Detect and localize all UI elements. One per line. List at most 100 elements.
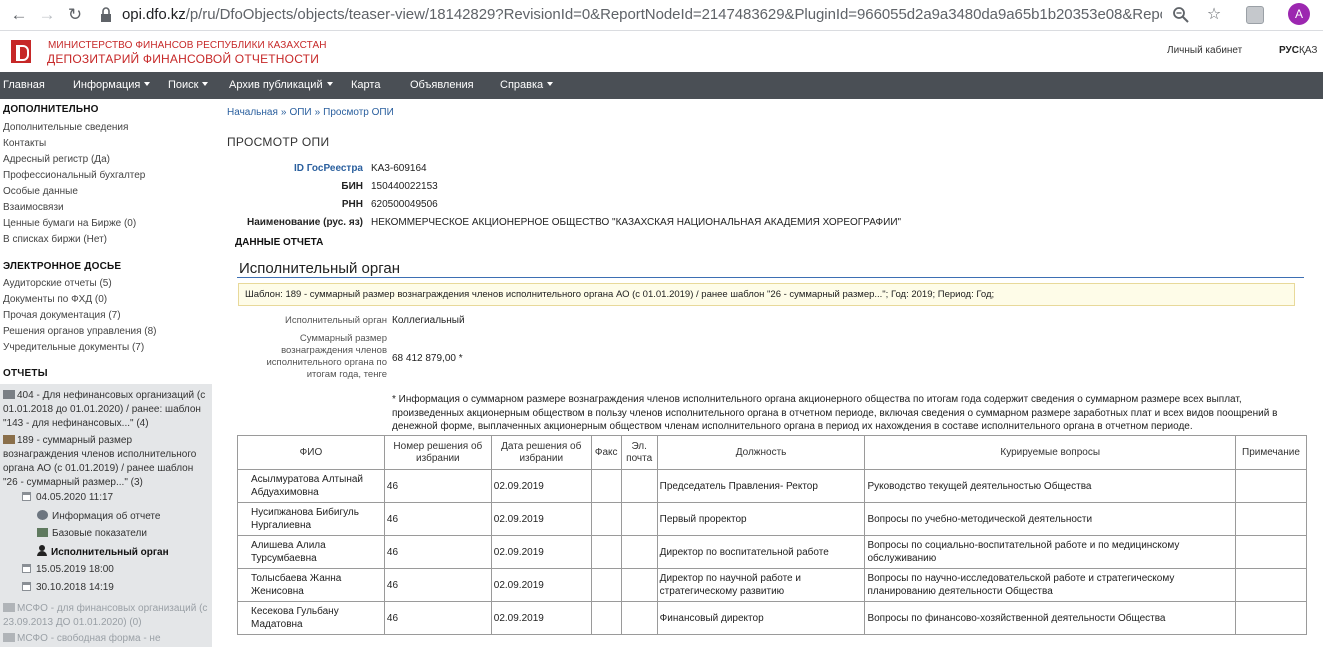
sidebar-item-special-data[interactable]: Особые данные xyxy=(3,186,78,197)
personal-cabinet-link[interactable]: Личный кабинет xyxy=(1167,45,1242,56)
tree-exec-body[interactable]: Исполнительный орган xyxy=(37,545,169,558)
reg-id-label[interactable]: ID ГосРеестра xyxy=(226,163,363,174)
sidebar-item-constituent-docs[interactable]: Учредительные документы (7) xyxy=(3,342,144,353)
breadcrumb-view[interactable]: Просмотр ОПИ xyxy=(323,107,394,118)
address-bar[interactable]: opi.dfo.kz/p/ru/DfoObjects/objects/tease… xyxy=(122,6,1162,23)
nav-archive[interactable]: Архив публикаций xyxy=(229,79,333,91)
report-icon xyxy=(3,633,15,642)
cell-decision-number: 46 xyxy=(383,601,492,635)
nav-announcements[interactable]: Объявления xyxy=(410,79,474,91)
report-404-label: 404 - Для нефинансовых организаций (с 01… xyxy=(3,390,206,429)
reload-icon[interactable]: ↻ xyxy=(63,3,87,27)
cell-decision-number: 46 xyxy=(383,568,492,602)
report-189-label: 189 - суммарный размер вознаграждения чл… xyxy=(3,435,197,488)
report-icon xyxy=(3,603,15,612)
report-date-1-label: 04.05.2020 11:17 xyxy=(36,492,114,503)
depository-title[interactable]: ДЕПОЗИТАРИЙ ФИНАНСОВОЙ ОТЧЕТНОСТИ xyxy=(47,52,319,66)
sidebar-item-securities[interactable]: Ценные бумаги на Бирже (0) xyxy=(3,218,136,229)
cell-fax xyxy=(590,469,622,503)
breadcrumb-opi[interactable]: ОПИ xyxy=(289,107,311,118)
breadcrumb-home[interactable]: Начальная xyxy=(227,107,278,118)
nav-map[interactable]: Карта xyxy=(351,79,380,91)
cell-fax xyxy=(590,535,622,569)
tree-base-indicators[interactable]: Базовые показатели xyxy=(37,528,147,539)
report-msfo-financial[interactable]: МСФО - для финансовых организаций (с 23.… xyxy=(3,602,209,630)
sidebar-item-decisions[interactable]: Решения органов управления (8) xyxy=(3,326,157,337)
nav-help[interactable]: Справка xyxy=(500,79,554,91)
report-msfo-free[interactable]: МСФО - свободная форма - не xyxy=(3,632,209,646)
cell-decision-date: 02.09.2019 xyxy=(490,502,592,536)
extension-icon[interactable] xyxy=(1246,6,1264,24)
cell-decision-date: 02.09.2019 xyxy=(490,601,592,635)
page-title: ПРОСМОТР ОПИ xyxy=(227,135,330,149)
report-date-1[interactable]: 04.05.2020 11:17 xyxy=(22,492,113,503)
calendar-icon xyxy=(22,564,31,573)
column-header-fio: ФИО xyxy=(237,435,385,470)
report-404[interactable]: 404 - Для нефинансовых организаций (с 01… xyxy=(3,389,209,431)
reg-id-value: KA3-609164 xyxy=(371,163,427,174)
table-row: Асылмуратова Алтынай Абдуахимовна 46 02.09… xyxy=(237,469,1308,503)
cell-supervised-areas: Вопросы по научно-исследовательской рабо… xyxy=(864,568,1236,602)
nav-search[interactable]: Поиск xyxy=(168,79,209,91)
lang-kz-link[interactable]: ҚАЗ xyxy=(1299,45,1317,56)
cell-note xyxy=(1234,568,1308,602)
sidebar-item-other-docs[interactable]: Прочая документация (7) xyxy=(3,310,121,321)
report-date-3-label: 30.10.2018 14:19 xyxy=(36,582,114,593)
cell-fax xyxy=(590,568,622,602)
column-header-email: Эл. почта xyxy=(620,435,658,470)
report-date-2[interactable]: 15.05.2019 18:00 xyxy=(22,564,114,575)
sidebar-item-accountant[interactable]: Профессиональный бухгалтер xyxy=(3,170,145,181)
cell-decision-number: 46 xyxy=(383,502,492,536)
sidebar-extra-title: ДОПОЛНИТЕЛЬНО xyxy=(3,104,99,115)
breadcrumb: Начальная» ОПИ» Просмотр ОПИ xyxy=(227,107,394,118)
star-icon[interactable]: ☆ xyxy=(1204,5,1224,25)
sidebar-item-address-registry[interactable]: Адресный регистр (Да) xyxy=(3,154,110,165)
nav-info-label: Информация xyxy=(73,79,141,91)
url-path: /p/ru/DfoObjects/objects/teaser-view/181… xyxy=(185,6,1162,23)
report-189[interactable]: 189 - суммарный размер вознаграждения чл… xyxy=(3,434,209,490)
sidebar-item-audit[interactable]: Аудиторские отчеты (5) xyxy=(3,278,112,289)
cell-decision-date: 02.09.2019 xyxy=(490,469,592,503)
report-msfo-financial-label: МСФО - для финансовых организаций (с 23.… xyxy=(3,603,208,628)
info-icon xyxy=(37,510,48,520)
column-header-fax: Факс xyxy=(590,435,622,470)
exec-body-label: Исполнительный орган xyxy=(285,315,387,326)
sidebar-reports-title: ОТЧЕТЫ xyxy=(3,368,48,379)
exec-body-value: Коллегиальный xyxy=(392,315,465,326)
nav-help-label: Справка xyxy=(500,79,544,91)
cell-position: Председатель Правления- Ректор xyxy=(656,469,866,503)
user-icon xyxy=(37,545,47,556)
cell-supervised-areas: Вопросы по финансово-хозяйственной деяте… xyxy=(864,601,1236,635)
zoom-icon[interactable] xyxy=(1171,5,1191,25)
ministry-title: МИНИСТЕРСТВО ФИНАНСОВ РЕСПУБЛИКИ КАЗАХСТ… xyxy=(48,40,327,51)
calendar-icon xyxy=(22,492,31,501)
sidebar-item-relations[interactable]: Взаимосвязи xyxy=(3,202,64,213)
lock-icon[interactable] xyxy=(99,6,113,24)
report-data-heading: ДАННЫЕ ОТЧЕТА xyxy=(235,237,324,248)
nav-home[interactable]: Главная xyxy=(3,79,45,91)
sidebar-item-contacts[interactable]: Контакты xyxy=(3,138,46,149)
column-header-supervised-areas: Курируемые вопросы xyxy=(864,435,1236,470)
tree-report-info[interactable]: Информация об отчете xyxy=(37,510,160,522)
cell-email xyxy=(620,601,658,635)
dfo-logo-icon[interactable] xyxy=(11,40,31,63)
cell-email xyxy=(620,568,658,602)
cell-note xyxy=(1234,535,1308,569)
cell-decision-number: 46 xyxy=(383,469,492,503)
company-name-value: НЕКОММЕРЧЕСКОЕ АКЦИОНЕРНОЕ ОБЩЕСТВО "КАЗ… xyxy=(371,217,902,228)
forward-arrow-icon[interactable]: → xyxy=(35,3,59,27)
back-arrow-icon[interactable]: ← xyxy=(7,3,31,27)
lang-ru-link[interactable]: РУС xyxy=(1279,45,1299,56)
sidebar-item-extra-info[interactable]: Дополнительные сведения xyxy=(3,122,128,133)
sidebar-item-fhd-docs[interactable]: Документы по ФХД (0) xyxy=(3,294,107,305)
profile-avatar[interactable]: A xyxy=(1288,3,1310,25)
cell-note xyxy=(1234,502,1308,536)
report-date-2-label: 15.05.2019 18:00 xyxy=(36,564,114,575)
nav-info[interactable]: Информация xyxy=(73,79,151,91)
table-icon xyxy=(37,528,48,537)
sidebar-item-exchange-lists[interactable]: В списках биржи (Нет) xyxy=(3,234,107,245)
table-body: Асылмуратова Алтынай Абдуахимовна 46 02.09… xyxy=(237,469,1308,635)
total-reward-value: 68 412 879,00 * xyxy=(392,353,463,364)
report-date-3[interactable]: 30.10.2018 14:19 xyxy=(22,582,114,593)
table-row: Кесекова Гульбану Мадатовна 46 02.09.2019 Ф… xyxy=(237,601,1308,635)
